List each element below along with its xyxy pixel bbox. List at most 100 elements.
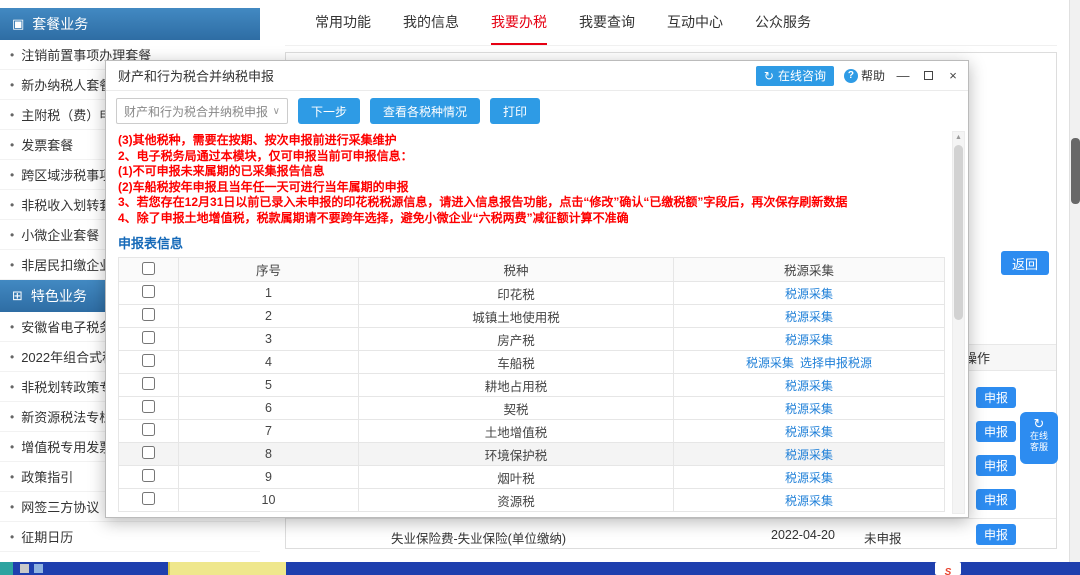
print-button[interactable]: 打印 (490, 98, 540, 124)
table-row: 2 城镇土地使用税 税源采集 (119, 305, 945, 328)
cell-tax: 车船税 (359, 351, 674, 374)
cell-source: 税源采集 (674, 466, 945, 489)
row-checkbox[interactable] (142, 492, 155, 505)
cell-tax: 烟叶税 (359, 466, 674, 489)
select-value: 财产和行为税合并纳税申报 (124, 103, 268, 120)
select-declare-source-link[interactable]: 选择申报税源 (800, 356, 872, 370)
tax-source-collect-link[interactable]: 税源采集 (785, 333, 833, 347)
table-row: 9 烟叶税 税源采集 (119, 466, 945, 489)
declaration-table: 序号 税种 税源采集 1 印花税 税源采集 2 城镇土地使用税 税源采集 (118, 257, 945, 512)
sidebar-group-package[interactable]: ▣ 套餐业务 (0, 8, 260, 40)
table-row: 7 土地增值税 税源采集 (119, 420, 945, 443)
tax-source-collect-link[interactable]: 税源采集 (785, 310, 833, 324)
bullet-icon: • (10, 440, 14, 454)
tab-common-functions[interactable]: 常用功能 (315, 0, 371, 45)
bullet-icon: • (10, 198, 14, 212)
taskbar-icon[interactable] (34, 564, 43, 573)
cell-source: 税源采集 (674, 282, 945, 305)
tax-type-select[interactable]: 财产和行为税合并纳税申报 ∨ (116, 98, 288, 124)
cell-source: 税源采集 (674, 489, 945, 512)
column-header-source: 税源采集 (674, 258, 945, 282)
bullet-icon: • (10, 410, 14, 424)
tax-source-collect-link[interactable]: 税源采集 (785, 379, 833, 393)
modal-header: 财产和行为税合并纳税申报 ↻ 在线咨询 ? 帮助 — × (106, 61, 968, 91)
help-button[interactable]: ? 帮助 (844, 67, 885, 84)
screen: ▣ 套餐业务 •注销前置事项办理套餐 •新办纳税人套餐 •主附税（费）申报套餐 … (0, 0, 1080, 575)
declare-button[interactable]: 申报 (976, 489, 1016, 510)
declare-button[interactable]: 申报 (976, 455, 1016, 476)
scrollbar-thumb[interactable] (954, 145, 963, 320)
taskbar-start-icon[interactable] (0, 562, 13, 575)
declare-button[interactable]: 申报 (976, 421, 1016, 442)
row-checkbox[interactable] (142, 423, 155, 436)
tax-source-collect-link[interactable]: 税源采集 (785, 425, 833, 439)
tab-interaction-center[interactable]: 互动中心 (667, 0, 723, 45)
chevron-down-icon: ∨ (273, 106, 280, 117)
table-row: 8 环境保护税 税源采集 (119, 443, 945, 466)
select-all-checkbox[interactable] (142, 262, 155, 275)
table-row: 6 契税 税源采集 (119, 397, 945, 420)
row-checkbox[interactable] (142, 469, 155, 482)
cell-seq: 7 (179, 420, 359, 443)
scrollbar-thumb[interactable] (1071, 138, 1080, 204)
tab-inquiry[interactable]: 我要查询 (579, 0, 635, 45)
close-icon[interactable]: × (946, 69, 960, 83)
online-consult-button[interactable]: ↻ 在线咨询 (756, 66, 834, 86)
cell-tax: 印花税 (359, 282, 674, 305)
page-scrollbar[interactable] (1069, 0, 1080, 562)
package-icon: ▣ (12, 16, 24, 32)
tab-my-info[interactable]: 我的信息 (403, 0, 459, 45)
view-tax-status-button[interactable]: 查看各税种情况 (370, 98, 480, 124)
row-checkbox[interactable] (142, 354, 155, 367)
refresh-icon: ↻ (764, 69, 774, 83)
tax-source-collect-link[interactable]: 税源采集 (785, 448, 833, 462)
grid-icon: ⊞ (12, 288, 23, 304)
cell-seq: 4 (179, 351, 359, 374)
next-step-button[interactable]: 下一步 (298, 98, 360, 124)
row-checkbox[interactable] (142, 331, 155, 344)
cell-seq: 5 (179, 374, 359, 397)
tax-source-collect-link[interactable]: 税源采集 (785, 402, 833, 416)
maximize-icon[interactable] (921, 69, 935, 83)
row-checkbox[interactable] (142, 446, 155, 459)
tab-tax-handling[interactable]: 我要办税 (491, 0, 547, 45)
modal-scrollbar[interactable]: ▲ (952, 131, 965, 514)
cell-tax: 环境保护税 (359, 443, 674, 466)
sidebar-item-label: 网签三方协议 (21, 497, 99, 516)
sidebar-item[interactable]: •征期日历 (0, 522, 260, 552)
declare-button[interactable]: 申报 (976, 524, 1016, 545)
fee-name: 失业保险费-失业保险(单位缴纳) (391, 528, 566, 547)
minimize-icon[interactable]: — (896, 69, 910, 83)
tax-source-collect-link[interactable]: 税源采集 (785, 287, 833, 301)
back-button[interactable]: 返回 (1001, 251, 1049, 275)
tax-declaration-modal: 财产和行为税合并纳税申报 ↻ 在线咨询 ? 帮助 — × 财产和行为税合并纳税申… (105, 60, 969, 518)
service-icon: ↻ (1020, 417, 1058, 431)
modal-title: 财产和行为税合并纳税申报 (118, 66, 274, 85)
row-checkbox[interactable] (142, 377, 155, 390)
tax-source-collect-link[interactable]: 税源采集 (785, 494, 833, 508)
row-checkbox[interactable] (142, 308, 155, 321)
bullet-icon: • (10, 108, 14, 122)
sidebar-item-label: 新资源税法专栏 (21, 407, 112, 426)
help-icon: ? (844, 69, 858, 83)
column-header-seq: 序号 (179, 258, 359, 282)
taskbar-icon[interactable] (20, 564, 29, 573)
due-date: 2022-04-20 (771, 528, 835, 542)
cell-seq: 6 (179, 397, 359, 420)
table-row: 10 资源税 税源采集 (119, 489, 945, 512)
bullet-icon: • (10, 320, 14, 334)
table-row: 1 印花税 税源采集 (119, 282, 945, 305)
sogou-input-icon[interactable]: S (935, 562, 961, 575)
taskbar: S (0, 562, 1080, 575)
tab-public-service[interactable]: 公众服务 (755, 0, 811, 45)
declare-button[interactable]: 申报 (976, 387, 1016, 408)
scroll-up-icon[interactable]: ▲ (953, 134, 964, 141)
cell-tax: 资源税 (359, 489, 674, 512)
tax-source-collect-link[interactable]: 税源采集 (785, 471, 833, 485)
row-checkbox[interactable] (142, 285, 155, 298)
row-checkbox[interactable] (142, 400, 155, 413)
tax-source-collect-link[interactable]: 税源采集 (746, 356, 794, 370)
online-service-widget[interactable]: ↻ 在线 客服 (1020, 412, 1058, 464)
modal-toolbar: 财产和行为税合并纳税申报 ∨ 下一步 查看各税种情况 打印 (106, 91, 968, 131)
taskbar-notes-item[interactable] (168, 562, 286, 575)
